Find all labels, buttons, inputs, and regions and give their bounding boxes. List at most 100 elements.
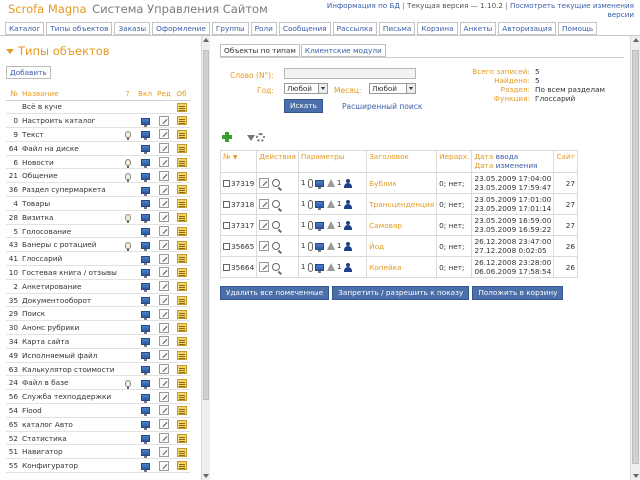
edit-icon[interactable] [159, 295, 169, 306]
objects-icon[interactable] [176, 447, 187, 457]
object-type-row[interactable]: 56 Служба техподдержки [6, 389, 190, 405]
objects-icon[interactable] [176, 268, 187, 278]
col-title[interactable]: Заголовок [366, 150, 438, 173]
object-type-name[interactable]: Конфигуратор [20, 458, 120, 474]
row-checkbox[interactable] [223, 201, 230, 208]
monitor-icon[interactable] [140, 297, 150, 306]
object-type-name[interactable]: Навигатор [20, 444, 120, 460]
object-type-row[interactable]: 24 Файл в базе [6, 375, 190, 391]
nav-item-11[interactable]: Авторизация [498, 22, 557, 35]
view-icon[interactable] [271, 200, 280, 208]
objects-icon[interactable] [176, 378, 187, 388]
view-icon[interactable] [271, 179, 280, 187]
warning-icon[interactable] [326, 179, 335, 188]
object-type-row[interactable]: 29 Поиск [6, 306, 190, 322]
object-type-row[interactable]: 49 Исполняемый файл [6, 348, 190, 363]
object-type-name[interactable]: Файл в базе [20, 375, 120, 391]
left-scrollbar[interactable] [201, 36, 210, 480]
edit-icon[interactable] [259, 262, 270, 272]
edit-icon[interactable] [159, 322, 169, 333]
object-type-name[interactable]: Общение [20, 168, 120, 184]
warning-icon[interactable] [326, 242, 335, 251]
row-checkbox[interactable] [223, 180, 230, 187]
monitor-icon[interactable] [315, 221, 325, 231]
monitor-icon[interactable] [315, 263, 325, 273]
add-record-button[interactable] [222, 132, 232, 142]
scroll-up-icon[interactable] [203, 38, 209, 42]
toggle-visibility-button[interactable]: Запретить / разрешить к показу [332, 286, 470, 300]
objects-icon[interactable] [176, 350, 187, 360]
object-type-row[interactable]: 64 Файл на диске [6, 141, 190, 156]
db-info-link[interactable]: Информация по БД [327, 1, 400, 10]
object-type-name[interactable]: Исполняемый файл [20, 348, 120, 363]
objects-icon[interactable] [176, 295, 187, 305]
monitor-icon[interactable] [140, 338, 150, 348]
edit-icon[interactable] [159, 364, 169, 375]
row-checkbox[interactable] [223, 264, 230, 271]
edit-icon[interactable] [159, 239, 169, 250]
object-type-name[interactable]: Банеры с ротацией [20, 237, 120, 253]
nav-item-0[interactable]: Каталог [5, 22, 45, 35]
col-hierarchy[interactable]: Иерарх. [436, 150, 473, 173]
monitor-icon[interactable] [140, 352, 150, 362]
scroll-down-icon[interactable] [633, 474, 639, 478]
object-type-name[interactable]: Настроить каталог [20, 113, 120, 129]
paperclip-icon[interactable] [307, 178, 313, 188]
nav-item-12[interactable]: Помощь [558, 22, 598, 35]
edit-icon[interactable] [159, 267, 169, 278]
object-type-name[interactable]: Анонс рубрики [20, 320, 120, 336]
monitor-icon[interactable] [140, 324, 150, 334]
user-icon[interactable] [343, 178, 352, 188]
edit-icon[interactable] [159, 198, 169, 209]
objects-icon[interactable] [176, 433, 187, 443]
object-type-name[interactable]: Гостевая книга / отзывы [20, 265, 120, 280]
view-icon[interactable] [271, 263, 280, 271]
object-type-row[interactable]: 54 Flood [6, 403, 190, 418]
objects-icon[interactable] [176, 364, 187, 374]
object-type-row[interactable]: 28 Визитка [6, 210, 190, 225]
monitor-icon[interactable] [140, 172, 150, 182]
col-num[interactable]: № [6, 88, 20, 101]
edit-icon[interactable] [159, 212, 169, 223]
edit-icon[interactable] [159, 157, 169, 168]
object-type-row[interactable]: 52 Статистика [6, 431, 190, 446]
warning-icon[interactable] [326, 263, 335, 272]
scroll-down-icon[interactable] [203, 474, 209, 478]
object-type-name[interactable]: Голосование [20, 224, 120, 239]
user-icon[interactable] [343, 262, 352, 272]
view-icon[interactable] [271, 242, 280, 250]
objects-icon[interactable] [176, 116, 187, 126]
warning-icon[interactable] [326, 200, 335, 209]
col-number[interactable]: № ▼ [219, 150, 258, 173]
monitor-icon[interactable] [140, 145, 150, 155]
objects-icon[interactable] [176, 240, 187, 250]
record-title[interactable]: Йод [366, 235, 438, 257]
edit-icon[interactable] [259, 178, 270, 188]
row-checkbox[interactable] [223, 243, 230, 250]
object-type-row[interactable]: 21 Общение [6, 168, 190, 184]
warning-icon[interactable] [326, 221, 335, 230]
monitor-icon[interactable] [140, 131, 150, 141]
object-type-row[interactable]: 10 Гостевая книга / отзывы [6, 265, 190, 280]
object-type-name[interactable]: Калькулятор стоимости [20, 362, 120, 377]
monitor-icon[interactable] [140, 159, 150, 168]
edit-icon[interactable] [159, 115, 169, 126]
objects-icon[interactable] [176, 282, 187, 291]
monitor-icon[interactable] [140, 214, 150, 224]
scroll-up-icon[interactable] [633, 38, 639, 42]
scroll-thumb[interactable] [203, 50, 209, 400]
monitor-icon[interactable] [140, 421, 150, 431]
edit-icon[interactable] [259, 199, 270, 209]
monitor-icon[interactable] [140, 366, 150, 375]
monitor-icon[interactable] [140, 241, 150, 251]
objects-icon[interactable] [176, 171, 187, 181]
objects-icon[interactable] [176, 213, 187, 223]
nav-item-4[interactable]: Группы [211, 22, 249, 35]
object-type-row[interactable]: 34 Карта сайта [6, 334, 190, 349]
paperclip-icon[interactable] [307, 199, 313, 209]
edit-icon[interactable] [259, 220, 270, 230]
changes-link-2[interactable]: версии [607, 10, 634, 19]
object-type-row[interactable]: 43 Банеры с ротацией [6, 237, 190, 253]
objects-icon[interactable] [176, 392, 187, 402]
object-type-row[interactable]: Всё в куче [6, 100, 190, 115]
